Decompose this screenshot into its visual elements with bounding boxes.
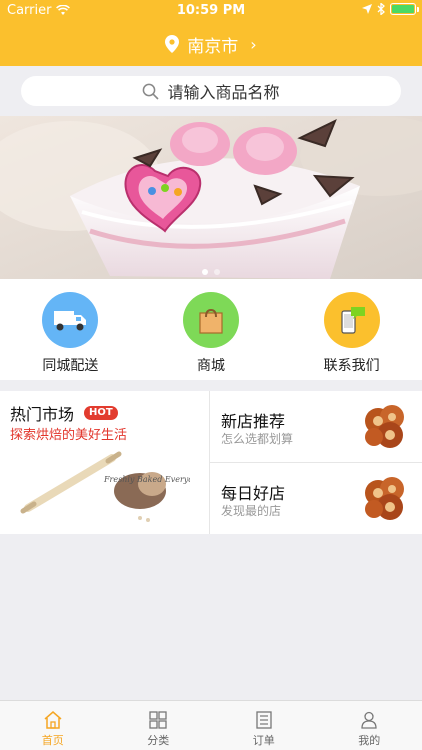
home-icon xyxy=(44,711,62,729)
tab-category[interactable]: 分类 xyxy=(106,701,212,750)
carousel-dot[interactable] xyxy=(214,269,220,275)
tab-label: 我的 xyxy=(358,734,381,747)
shop-card-new[interactable]: 新店推荐 怎么选都划算 xyxy=(210,391,422,462)
tab-label: 分类 xyxy=(147,734,170,747)
shopping-bag-icon xyxy=(183,292,239,348)
location-pin-icon xyxy=(165,35,180,53)
status-bar: Carrier 10:59 PM xyxy=(0,0,422,22)
list-icon xyxy=(256,711,272,729)
search-area: 请输入商品名称 xyxy=(0,66,422,116)
chevron-right-icon: › xyxy=(250,34,257,54)
quick-link-contact[interactable]: 联系我们 xyxy=(281,279,422,380)
hot-market-title: 热门市场 HOT xyxy=(10,401,118,425)
shop-card-title: 新店推荐 xyxy=(221,412,286,431)
banner-cake-image xyxy=(0,116,422,279)
status-right xyxy=(362,3,419,15)
city-label: 南京市 xyxy=(187,36,239,57)
shop-card-title: 每日好店 xyxy=(221,484,286,503)
carousel-dot-active[interactable] xyxy=(202,269,208,275)
search-input[interactable]: 请输入商品名称 xyxy=(21,76,401,106)
tab-label: 首页 xyxy=(41,734,64,747)
hot-market-title-text: 热门市场 xyxy=(10,405,75,424)
quick-link-label: 同城配送 xyxy=(42,358,99,374)
app-header: Carrier 10:59 PM 南京市 › xyxy=(0,0,422,66)
delivery-truck-icon xyxy=(42,292,99,348)
banner-carousel[interactable] xyxy=(0,116,422,279)
city-selector[interactable]: 南京市 › xyxy=(0,30,422,58)
pastry-image xyxy=(365,405,404,448)
quick-link-label: 商城 xyxy=(197,358,225,374)
quick-links: 同城配送 商城 联系我们 xyxy=(0,279,422,380)
shop-card-daily[interactable]: 每日好店 发现最的店 xyxy=(210,462,422,534)
market-section: 热门市场 HOT 探索烘焙的美好生活 Freshly Baked Everyda… xyxy=(0,391,422,534)
quick-link-delivery[interactable]: 同城配送 xyxy=(0,279,141,380)
tab-orders[interactable]: 订单 xyxy=(211,701,317,750)
shop-cards: 新店推荐 怎么选都划算 每日好店 发现最的店 xyxy=(210,391,422,534)
user-icon xyxy=(361,711,377,729)
hot-badge: HOT xyxy=(84,406,118,420)
shop-card-subtitle: 发现最的店 xyxy=(221,504,282,518)
status-time: 10:59 PM xyxy=(176,3,246,18)
bluetooth-icon xyxy=(377,3,385,15)
phone-message-icon xyxy=(323,292,380,348)
hot-market-subtitle: 探索烘焙的美好生活 xyxy=(10,428,128,443)
tab-bar: 首页 分类 订单 我的 xyxy=(0,700,422,750)
quick-link-mall[interactable]: 商城 xyxy=(141,279,282,380)
pastry-image xyxy=(365,477,404,520)
location-arrow-icon xyxy=(362,4,372,14)
search-placeholder: 请输入商品名称 xyxy=(167,83,280,102)
grid-icon xyxy=(149,711,167,729)
quick-link-label: 联系我们 xyxy=(323,358,380,374)
tab-label: 订单 xyxy=(252,734,275,747)
tab-profile[interactable]: 我的 xyxy=(317,701,422,750)
battery-icon xyxy=(390,3,419,15)
tab-home[interactable]: 首页 xyxy=(0,701,106,750)
carousel-dots xyxy=(0,269,422,275)
market-art-text: Freshly Baked Everyday xyxy=(103,475,190,484)
hot-market-card[interactable]: 热门市场 HOT 探索烘焙的美好生活 Freshly Baked Everyda… xyxy=(0,391,210,534)
shop-card-subtitle: 怎么选都划算 xyxy=(221,432,294,446)
search-icon xyxy=(143,83,160,100)
rolling-pin-bread-image: Freshly Baked Everyday xyxy=(20,451,190,522)
